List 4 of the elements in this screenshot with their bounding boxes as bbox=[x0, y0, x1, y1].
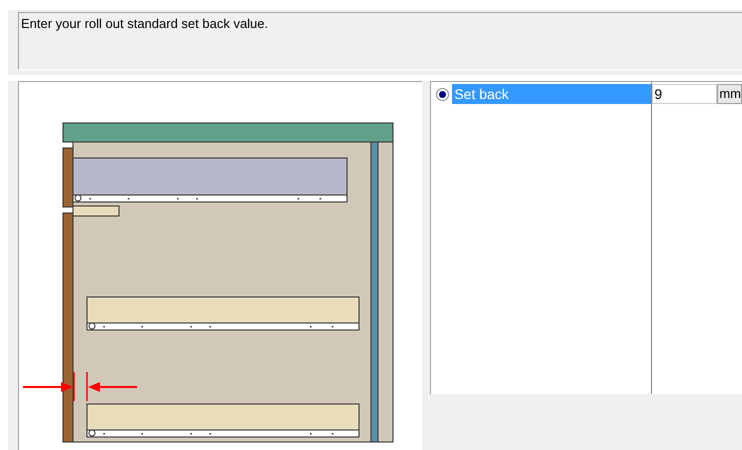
prompt-text: Enter your roll out standard set back value. bbox=[21, 16, 268, 31]
value-input[interactable]: 9 bbox=[652, 84, 718, 104]
unit-button[interactable]: mm bbox=[717, 84, 742, 104]
radio-button[interactable] bbox=[436, 88, 450, 100]
